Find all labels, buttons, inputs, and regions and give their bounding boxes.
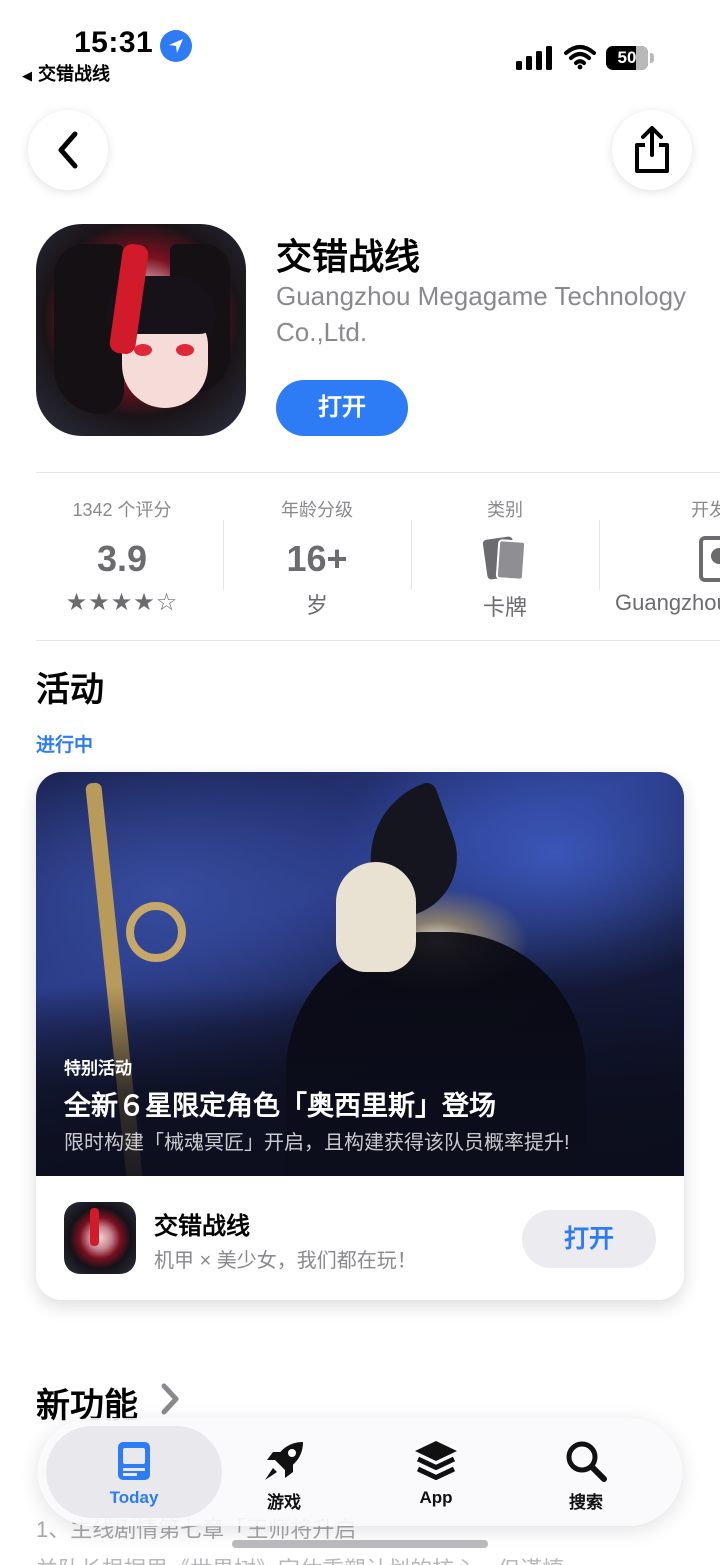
share-button[interactable] [612,110,692,190]
cellular-signal-icon [516,46,552,70]
chevron-right-icon[interactable] [158,1382,182,1416]
tab-search[interactable]: 搜索 [498,1426,674,1518]
app-title: 交错战线 [276,236,421,277]
age-rating-label: 年龄分级 [281,500,353,520]
developer-info[interactable]: 开发 Guangzhou [599,496,720,616]
tab-bar: Today 游戏 App 搜索 [38,1418,682,1526]
chevron-left-icon [58,131,78,169]
battery-level: 50 [617,48,637,67]
event-card[interactable]: 特别活动 全新６星限定角色「奥西里斯」登场 限时构建「械魂冥匠」开启，且构建获得… [36,772,684,1300]
tab-label: 搜索 [569,1493,603,1512]
app-developer[interactable]: Guangzhou Megagame Technology Co.,Ltd. [276,278,696,350]
search-icon [566,1441,607,1482]
event-app-name: 交错战线 [154,1213,250,1240]
battery-icon: 50 [606,46,648,70]
event-app-footer: 交错战线 机甲 × 美少女，我们都在玩！ 打开 [36,1176,684,1300]
tab-label: 游戏 [267,1493,301,1512]
divider [36,640,720,641]
home-indicator[interactable] [232,1540,488,1548]
category-info[interactable]: 类别 卡牌 [411,496,599,622]
whats-new-line: 并队长根据里《世界树》定休重塑计划的核心，但谨慎 [36,1552,564,1565]
event-open-button[interactable]: 打开 [522,1210,656,1268]
tab-games[interactable]: 游戏 [196,1426,372,1518]
ratings-count-label: 1342 个评分 [72,500,172,520]
location-arrow-icon [160,30,192,62]
status-bar: 15:31 ◀ 交错战线 50 [0,0,720,90]
layers-icon [415,1441,457,1480]
app-icon [36,224,246,436]
back-button[interactable] [28,110,108,190]
back-app-label: 交错战线 [38,64,110,84]
back-to-app-link[interactable]: ◀ 交错战线 [22,60,110,86]
age-rating-value: 16+ [286,538,348,579]
events-section-title: 活动 [36,671,104,709]
ratings-info[interactable]: 1342 个评分 3.9 ★★★★☆ [28,496,216,617]
event-title: 全新６星限定角色「奥西里斯」登场 [64,1091,496,1121]
divider [36,472,720,473]
developer-label: 开发 [691,500,720,520]
rating-value: 3.9 [96,538,148,579]
event-app-subtitle: 机甲 × 美少女，我们都在玩！ [154,1250,417,1272]
rating-stars: ★★★★☆ [65,589,179,616]
event-description: 限时构建「械魂冥匠」开启，且构建获得该队员概率提升! [64,1132,570,1154]
age-rating-unit: 岁 [305,593,328,618]
event-app-icon [64,1202,136,1274]
category-label: 类别 [487,500,523,520]
share-icon [635,126,669,173]
cards-icon [482,534,527,584]
today-icon [118,1442,150,1480]
developer-value: Guangzhou [615,590,720,615]
event-status-label: 进行中 [36,735,94,756]
status-time: 15:31 [74,26,154,59]
open-app-button[interactable]: 打开 [276,380,408,436]
event-kind-label: 特别活动 [64,1059,132,1078]
wifi-icon [564,44,596,75]
age-rating-info[interactable]: 年龄分级 16+ 岁 [223,496,411,620]
category-value: 卡牌 [482,595,527,620]
rocket-icon [265,1442,303,1480]
back-triangle-icon: ◀ [22,68,32,83]
developer-icon [699,536,720,582]
